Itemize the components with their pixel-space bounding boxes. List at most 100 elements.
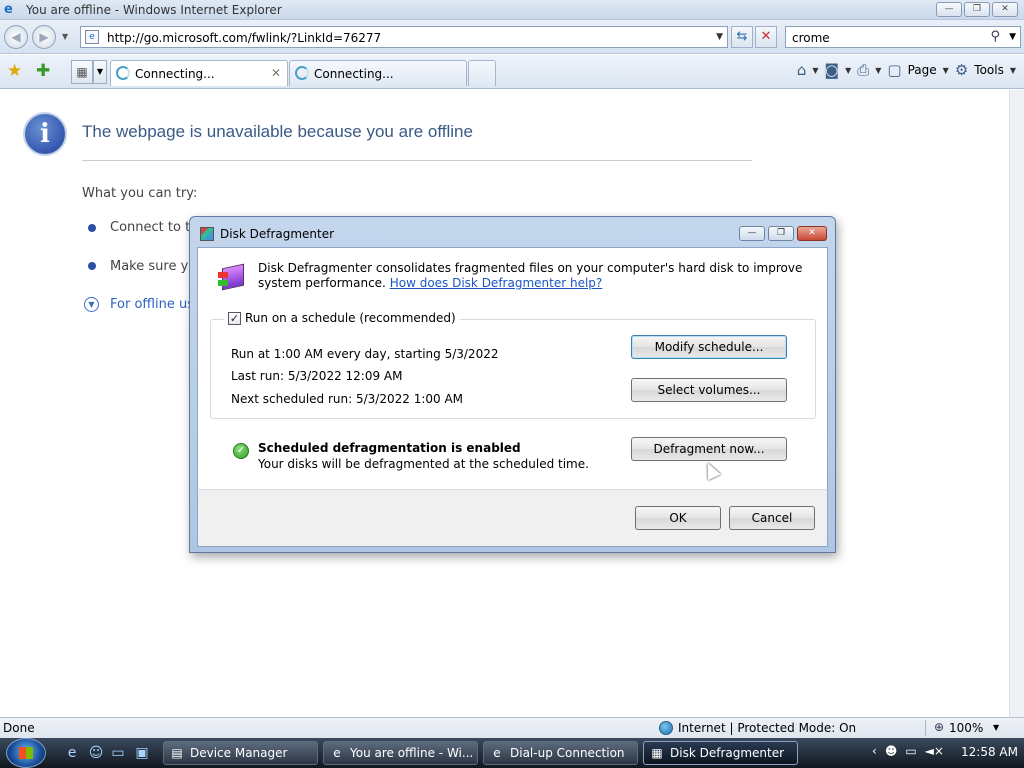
tools-menu-button[interactable]: Tools	[974, 63, 1004, 77]
start-button[interactable]	[6, 738, 46, 768]
dialog-description: Disk Defragmenter consolidates fragmente…	[258, 261, 818, 291]
zoom-level[interactable]: 100%	[949, 721, 983, 735]
expand-chevron-icon[interactable]: ▼	[84, 297, 99, 312]
loading-spinner-icon	[295, 66, 309, 80]
help-link[interactable]: How does Disk Defragmenter help?	[390, 276, 603, 290]
internet-zone-icon	[659, 721, 673, 735]
tab-connecting-2[interactable]: Connecting...	[289, 60, 467, 86]
forward-button[interactable]: ▶	[32, 25, 56, 49]
page-menu-dropdown[interactable]: ▼	[943, 66, 949, 75]
zoom-dropdown-icon[interactable]: ▼	[993, 723, 999, 732]
address-dropdown-icon[interactable]: ▼	[716, 32, 723, 42]
page-menu-button[interactable]: Page	[908, 63, 937, 77]
taskbar-device-manager[interactable]: ▤ Device Manager	[163, 741, 318, 765]
select-volumes-button[interactable]: Select volumes...	[631, 378, 787, 402]
show-hidden-icons-chevron-icon[interactable]: ‹	[872, 744, 877, 758]
dialog-maximize-button[interactable]: ❐	[768, 226, 794, 241]
favorites-star-icon[interactable]: ★	[7, 61, 22, 81]
home-dropdown[interactable]: ▼	[812, 66, 818, 75]
tab-label: Connecting...	[135, 67, 215, 81]
print-dropdown[interactable]: ▼	[875, 66, 881, 75]
quicklaunch-ie-icon[interactable]: e	[64, 745, 80, 761]
info-icon: i	[23, 112, 67, 156]
maximize-button[interactable]: ❐	[964, 2, 990, 17]
recent-pages-dropdown[interactable]: ▼	[62, 32, 68, 41]
refresh-button[interactable]: ⇆	[731, 26, 753, 48]
back-button[interactable]: ◀	[4, 25, 28, 49]
dialog-close-button[interactable]: ✕	[797, 226, 827, 241]
status-separator	[925, 720, 926, 736]
forward-arrow-icon: ▶	[39, 30, 49, 44]
new-tab-button[interactable]	[468, 60, 496, 86]
task-label: Device Manager	[190, 746, 288, 760]
dialog-window-controls: — ❐ ✕	[739, 226, 827, 241]
user-tray-icon[interactable]: ☻	[885, 744, 898, 758]
taskbar-ie[interactable]: e You are offline - Wi...	[323, 741, 478, 765]
page-icon: e	[85, 30, 99, 44]
feeds-dropdown[interactable]: ▼	[845, 66, 851, 75]
vertical-scrollbar[interactable]	[1009, 90, 1024, 717]
search-input[interactable]: crome	[792, 31, 830, 45]
status-subtext: Your disks will be defragmented at the s…	[258, 457, 589, 471]
close-button[interactable]: ✕	[992, 2, 1018, 17]
cancel-button[interactable]: Cancel	[729, 506, 815, 530]
stop-button[interactable]: ✕	[755, 26, 777, 48]
close-tab-icon[interactable]: ✕	[271, 66, 281, 80]
bullet-icon	[88, 224, 96, 232]
network-icon[interactable]: ▭	[905, 744, 916, 758]
quicklaunch-app-icon[interactable]: ☺	[88, 745, 104, 761]
dialog-title-bar[interactable]: Disk Defragmenter — ❐ ✕	[190, 217, 835, 247]
tab-label: Connecting...	[314, 67, 394, 81]
print-icon[interactable]: ⎙	[857, 61, 869, 79]
loading-spinner-icon	[116, 66, 130, 80]
disk-defragmenter-dialog: Disk Defragmenter — ❐ ✕ Disk Defragmente…	[189, 216, 836, 553]
show-desktop-icon[interactable]: ▭	[110, 745, 126, 761]
windows-taskbar: e ☺ ▭ ▣ ▤ Device Manager e You are offli…	[0, 738, 1024, 768]
taskbar-dialup[interactable]: e Dial-up Connection	[483, 741, 638, 765]
ok-button[interactable]: OK	[635, 506, 721, 530]
minimize-button[interactable]: —	[936, 2, 962, 17]
task-label: You are offline - Wi...	[350, 746, 474, 760]
address-url[interactable]: http://go.microsoft.com/fwlink/?LinkId=7…	[107, 31, 381, 45]
schedule-checkbox[interactable]: ✓	[228, 311, 241, 325]
schedule-checkbox-label[interactable]: Run on a schedule (recommended)	[245, 311, 456, 325]
switch-windows-icon[interactable]: ▣	[134, 745, 150, 761]
address-bar[interactable]: e http://go.microsoft.com/fwlink/?LinkId…	[80, 26, 728, 48]
zoom-icon[interactable]: ⊕	[934, 720, 944, 734]
page-title: The webpage is unavailable because you a…	[82, 122, 473, 141]
home-icon[interactable]: ⌂	[797, 61, 807, 79]
search-icon[interactable]: ⚲	[990, 29, 1000, 44]
defragmenter-icon	[218, 262, 246, 291]
windows-logo-icon	[19, 747, 33, 759]
schedule-checkbox-row[interactable]: ✓ Run on a schedule (recommended)	[224, 311, 460, 325]
address-toolbar: ◀ ▶ ▼ e http://go.microsoft.com/fwlink/?…	[0, 20, 1024, 54]
device-manager-icon: ▤	[171, 746, 183, 760]
security-zone-text[interactable]: Internet | Protected Mode: On	[678, 721, 856, 735]
search-box[interactable]: crome ⚲ ▼	[785, 26, 1021, 48]
search-options-dropdown[interactable]: ▼	[1009, 32, 1016, 42]
status-ok-icon: ✓	[233, 443, 249, 459]
system-tray: ‹ ☻ ▭ ◄×	[872, 744, 944, 758]
tab-list-dropdown[interactable]: ▼	[93, 60, 107, 84]
defragmenter-task-icon: ▦	[651, 746, 663, 760]
dialog-body: Disk Defragmenter consolidates fragmente…	[197, 247, 828, 490]
offline-users-link[interactable]: For offline us	[110, 297, 194, 312]
quick-tabs-button[interactable]: ▦	[71, 60, 93, 84]
dialog-minimize-button[interactable]: —	[739, 226, 765, 241]
tab-connecting-1[interactable]: Connecting... ✕	[110, 60, 288, 86]
volume-muted-icon[interactable]: ◄×	[925, 744, 944, 758]
add-favorites-icon[interactable]: ✚	[36, 61, 50, 81]
defragment-now-button[interactable]: Defragment now...	[631, 437, 787, 461]
ie-status-bar: Done Internet | Protected Mode: On ⊕ 100…	[0, 717, 1024, 738]
window-title: You are offline - Windows Internet Explo…	[26, 3, 282, 17]
feeds-icon[interactable]: ◙	[825, 61, 840, 79]
tab-toolbar: ★ ✚ ▦ ▼ Connecting... ✕ Connecting... ⌂ ▼…	[0, 55, 1024, 89]
taskbar-disk-defragmenter[interactable]: ▦ Disk Defragmenter	[643, 741, 798, 765]
status-text: Done	[3, 721, 35, 735]
last-run-text: Last run: 5/3/2022 12:09 AM	[231, 369, 403, 383]
clock[interactable]: 12:58 AM	[961, 745, 1018, 759]
modify-schedule-button[interactable]: Modify schedule...	[631, 335, 787, 359]
run-at-text: Run at 1:00 AM every day, starting 5/3/2…	[231, 347, 499, 361]
tools-menu-dropdown[interactable]: ▼	[1010, 66, 1016, 75]
dialog-footer: OK Cancel	[197, 490, 828, 547]
